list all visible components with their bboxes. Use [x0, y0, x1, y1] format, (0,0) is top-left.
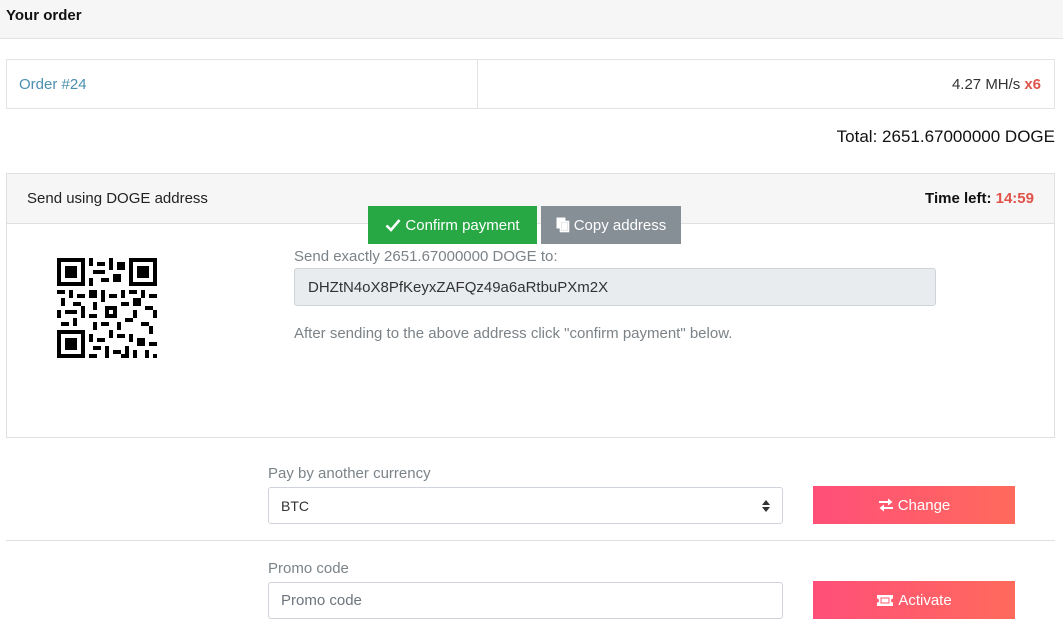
order-link[interactable]: Order #24	[19, 76, 87, 93]
confirm-instructions: After sending to the above address click…	[294, 325, 733, 342]
order-multiplier: x6	[1024, 75, 1041, 93]
doge-address-field[interactable]: DHZtN4oX8PfKeyxZAFQz49a6aRtbuPXm2X	[294, 268, 936, 306]
change-label: Change	[897, 496, 951, 514]
activate-promo-button[interactable]: Activate	[813, 581, 1015, 619]
copy-icon	[556, 217, 570, 233]
copy-address-label: Copy address	[573, 216, 667, 234]
send-exactly-label: Send exactly 2651.67000000 DOGE to:	[294, 248, 558, 265]
time-left: Time left: 14:59	[925, 190, 1034, 207]
total-value: 2651.67000000 DOGE	[882, 127, 1055, 146]
confirm-payment-button[interactable]: Confirm payment	[368, 206, 537, 244]
chevron-up-down-icon	[762, 499, 770, 512]
order-cell-name: Order #24	[7, 60, 478, 108]
time-left-value: 14:59	[995, 190, 1034, 207]
ticket-icon	[877, 594, 894, 606]
total-label: Total:	[836, 127, 878, 146]
order-header: Your order	[0, 0, 1063, 39]
activate-label: Activate	[898, 591, 952, 609]
exchange-icon	[878, 498, 893, 512]
qr-code-icon	[57, 258, 157, 358]
order-total: Total: 2651.67000000 DOGE	[837, 127, 1055, 147]
section-divider	[6, 540, 1055, 541]
order-cell-hashrate: 4.27 MH/s x6	[478, 60, 1054, 108]
page-title: Your order	[6, 7, 82, 24]
change-currency-button[interactable]: Change	[813, 486, 1015, 524]
currency-select[interactable]: BTC	[268, 487, 783, 524]
currency-label: Pay by another currency	[268, 465, 431, 482]
promo-code-input[interactable]	[268, 582, 783, 619]
check-icon	[385, 219, 401, 232]
confirm-payment-label: Confirm payment	[405, 216, 520, 234]
currency-selected-value: BTC	[281, 497, 309, 514]
promo-code-label: Promo code	[268, 560, 349, 577]
copy-address-button[interactable]: Copy address	[541, 206, 681, 244]
payment-panel-title: Send using DOGE address	[27, 190, 208, 207]
time-left-label: Time left:	[925, 190, 992, 207]
order-hashrate: 4.27 MH/s	[951, 75, 1021, 93]
order-row: Order #24 4.27 MH/s x6	[6, 59, 1055, 109]
